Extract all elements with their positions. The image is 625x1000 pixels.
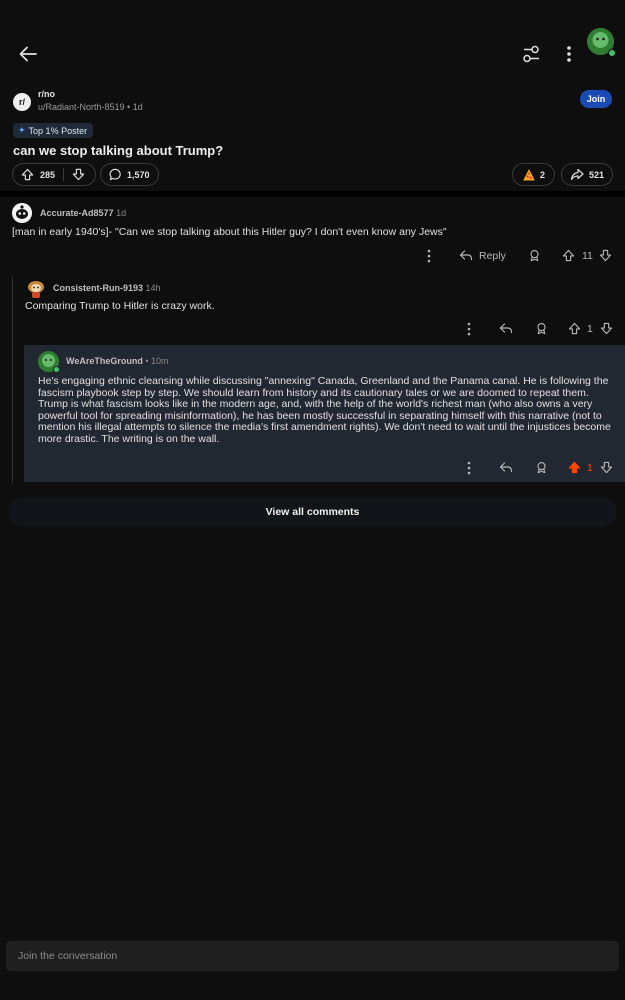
comment-score: 1	[587, 323, 593, 335]
online-status-dot	[53, 366, 60, 373]
comment-avatar[interactable]	[25, 278, 47, 300]
downvote-icon[interactable]	[72, 168, 85, 181]
post-divider	[0, 191, 625, 197]
snoo-avatar-icon	[28, 281, 44, 298]
award-ribbon-icon[interactable]	[535, 322, 548, 335]
more-vertical-icon	[567, 46, 571, 62]
compose-bar	[6, 941, 619, 971]
user-avatar[interactable]	[587, 28, 616, 57]
comment-author[interactable]: WeAreTheGround • 10m	[66, 356, 169, 366]
post-title: can we stop talking about Trump?	[13, 143, 224, 158]
award-button[interactable]: 2	[512, 163, 555, 186]
comment-time: • 10m	[145, 356, 169, 366]
share-count: 521	[589, 169, 605, 180]
comment-body: [man in early 1940's]- "Can we stop talk…	[12, 226, 447, 238]
more-vertical-icon[interactable]	[464, 321, 474, 337]
more-vertical-icon[interactable]	[464, 460, 474, 476]
comment-avatar[interactable]	[12, 203, 32, 223]
subreddit-icon[interactable]: r/	[13, 93, 31, 111]
post-vote-pill: 285	[12, 163, 96, 186]
reply-arrow-icon[interactable]	[499, 322, 513, 335]
award-count: 2	[540, 169, 546, 180]
join-button[interactable]: Join	[580, 90, 612, 108]
comment-body: He's engaging ethnic cleansing while dis…	[38, 375, 611, 445]
award-ribbon-icon[interactable]	[528, 249, 541, 262]
comment-time: 14h	[145, 283, 161, 293]
share-arrow-icon	[570, 168, 584, 181]
post-score: 285	[40, 169, 56, 180]
reply-arrow-icon	[459, 250, 473, 261]
arrow-up-icon[interactable]	[568, 322, 581, 335]
comment-body: Comparing Trump to Hitler is crazy work.	[25, 300, 215, 312]
comment-score: 11	[582, 250, 593, 262]
comment-score: 1	[587, 462, 593, 474]
upvote-icon[interactable]	[21, 168, 34, 181]
vote-separator	[63, 168, 65, 181]
reply-button[interactable]: Reply	[459, 249, 506, 262]
comment-author-name: Accurate-Ad8577	[40, 208, 114, 218]
arrow-down-icon[interactable]	[600, 322, 613, 335]
award-ribbon-icon[interactable]	[535, 461, 548, 474]
user-flair: ✦ Top 1% Poster	[13, 123, 94, 138]
more-options-button[interactable]	[560, 42, 578, 66]
thread-line[interactable]	[12, 277, 13, 483]
speech-bubble-icon	[109, 168, 121, 181]
view-all-comments-button[interactable]: View all comments	[8, 498, 617, 526]
arrow-up-icon[interactable]	[568, 461, 581, 474]
comment-author[interactable]: Accurate-Ad8577 1d	[40, 208, 126, 218]
share-button[interactable]: 521	[561, 163, 613, 186]
comment-avatar[interactable]	[38, 351, 60, 373]
comment-author[interactable]: Consistent-Run-9193 14h	[53, 283, 161, 293]
post-author-meta[interactable]: u/Radiant-North-8519 • 1d	[38, 102, 143, 112]
comment-count: 1,570	[127, 169, 150, 180]
arrow-down-icon[interactable]	[600, 461, 613, 474]
reply-arrow-icon[interactable]	[499, 461, 513, 474]
back-button[interactable]	[14, 40, 42, 68]
arrow-down-icon[interactable]	[599, 249, 612, 262]
sort-filter-icon	[523, 45, 539, 63]
subreddit-name[interactable]: r/no	[38, 89, 55, 99]
comments-button[interactable]: 1,570	[100, 163, 159, 186]
comment-author-name: WeAreTheGround	[66, 356, 143, 366]
sort-filter-button[interactable]	[518, 42, 544, 66]
snoo-avatar-icon	[12, 203, 32, 223]
arrow-up-icon[interactable]	[562, 249, 575, 262]
more-vertical-icon[interactable]	[424, 248, 434, 264]
comment-author-name: Consistent-Run-9193	[53, 283, 144, 293]
diamond-icon: ✦	[18, 125, 26, 135]
award-icon	[523, 168, 535, 180]
reply-label: Reply	[479, 249, 506, 262]
arrow-left-icon	[19, 46, 37, 62]
online-status-dot	[608, 49, 616, 57]
comment-time: 1d	[116, 208, 127, 218]
join-conversation-input[interactable]	[6, 941, 619, 971]
top-bar	[0, 0, 625, 82]
flair-label: Top 1% Poster	[28, 125, 88, 136]
